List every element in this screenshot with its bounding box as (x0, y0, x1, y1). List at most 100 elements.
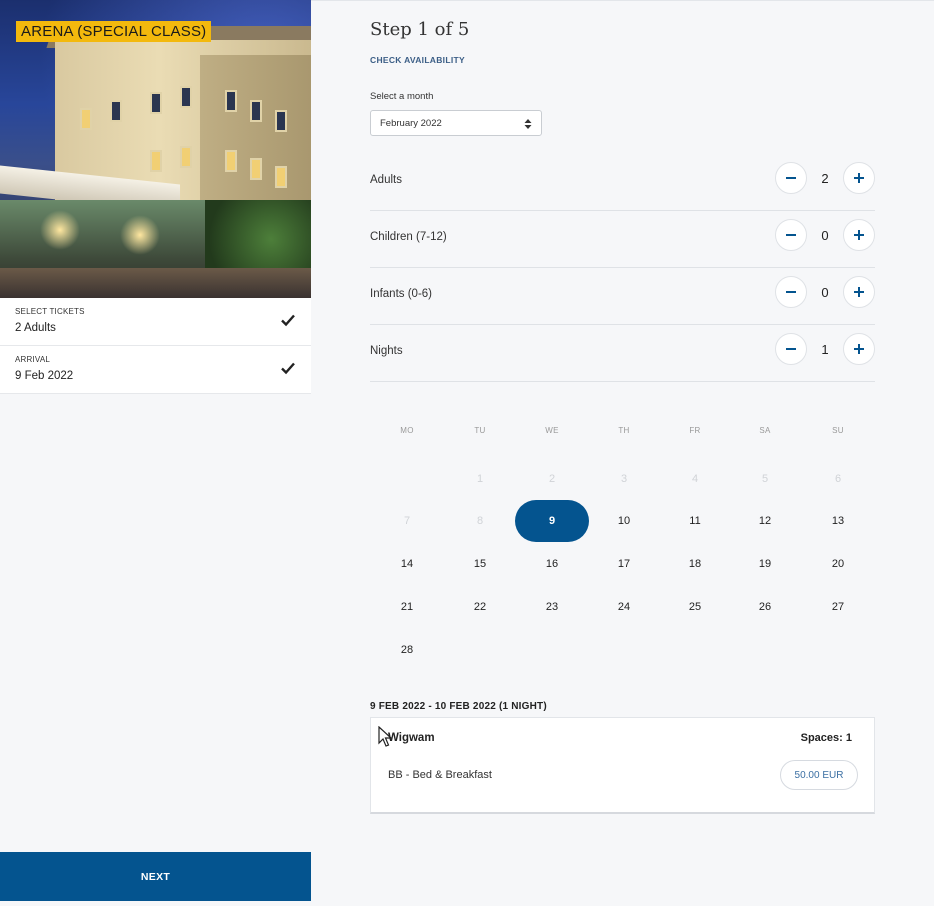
photo-window (180, 146, 192, 168)
calendar-day[interactable]: 22 (443, 586, 517, 628)
counter-value: 0 (821, 285, 829, 300)
weekday-header: WE (545, 426, 559, 435)
counter-infants: Infants (0-6) 0 (370, 268, 875, 325)
step-subtitle: CHECK AVAILABILITY (370, 55, 465, 65)
summary-arrival[interactable]: ARRIVAL 9 Feb 2022 (0, 346, 311, 394)
plus-icon (854, 344, 864, 354)
plus-icon (854, 173, 864, 183)
counter-value: 1 (821, 342, 829, 357)
calendar-day[interactable]: 20 (801, 543, 875, 585)
calendar-day: 5 (761, 473, 769, 485)
calendar-day[interactable]: 13 (801, 500, 875, 542)
photo-window (110, 100, 122, 122)
counter-adults: Adults 2 (370, 154, 875, 211)
calendar-day[interactable]: 25 (658, 586, 732, 628)
calendar-day[interactable]: 18 (658, 543, 732, 585)
calendar-day[interactable]: 15 (443, 543, 517, 585)
counter-label: Nights (370, 345, 403, 357)
minus-icon (786, 177, 796, 179)
weekday-header: TU (474, 426, 486, 435)
weekday-header: SA (759, 426, 771, 435)
room-card[interactable]: Wigwam Spaces: 1 BB - Bed & Breakfast 50… (370, 717, 875, 814)
summary-value: 9 Feb 2022 (15, 370, 74, 382)
calendar-day[interactable]: 12 (728, 500, 802, 542)
calendar-day[interactable]: 14 (370, 543, 444, 585)
weekday-header: TH (618, 426, 630, 435)
weekday-header: FR (689, 426, 701, 435)
counter-value: 2 (821, 171, 829, 186)
check-icon (281, 362, 295, 375)
minus-icon (786, 348, 796, 350)
summary-tickets[interactable]: SELECT TICKETS 2 Adults (0, 298, 311, 346)
counter-label: Infants (0-6) (370, 288, 432, 300)
calendar-day: 4 (691, 473, 699, 485)
minus-icon (786, 234, 796, 236)
calendar-day[interactable]: 23 (515, 586, 589, 628)
decrement-button[interactable] (775, 162, 807, 194)
calendar-day: 2 (548, 473, 556, 485)
photo-window (250, 100, 262, 122)
sort-arrows-icon (524, 119, 532, 129)
month-select[interactable]: February 2022 (370, 110, 542, 136)
booking-panel: Step 1 of 5 CHECK AVAILABILITY Select a … (311, 0, 934, 906)
weekday-header: MO (400, 426, 414, 435)
photo-street (0, 268, 311, 298)
left-panel: ARENA (SPECIAL CLASS) SELECT TICKETS 2 A… (0, 0, 311, 906)
room-spaces: Spaces: 1 (800, 732, 852, 744)
step-title: Step 1 of 5 (370, 19, 470, 40)
price-button[interactable]: 50.00 EUR (780, 760, 858, 790)
counter-label: Children (7-12) (370, 231, 447, 243)
hotel-name-badge: ARENA (SPECIAL CLASS) (16, 21, 212, 42)
increment-button[interactable] (843, 333, 875, 365)
calendar-day[interactable]: 28 (370, 629, 444, 671)
photo-window (150, 92, 162, 114)
calendar-day: 7 (403, 515, 411, 527)
calendar-day[interactable]: 24 (587, 586, 661, 628)
photo-window (225, 150, 237, 172)
month-label: Select a month (370, 91, 434, 102)
next-button[interactable]: NEXT (0, 852, 311, 901)
photo-lamp (40, 210, 80, 250)
calendar-day: 3 (620, 473, 628, 485)
calendar-day: 8 (476, 515, 484, 527)
decrement-button[interactable] (775, 333, 807, 365)
check-icon (281, 314, 295, 327)
weekday-header: SU (832, 426, 844, 435)
calendar-day[interactable]: 11 (658, 500, 732, 542)
summary-label: SELECT TICKETS (15, 307, 85, 316)
decrement-button[interactable] (775, 276, 807, 308)
date-range-label: 9 FEB 2022 - 10 FEB 2022 (1 NIGHT) (370, 701, 547, 712)
mouse-cursor-icon (378, 726, 393, 747)
calendar-day: 1 (476, 473, 484, 485)
calendar-day[interactable]: 26 (728, 586, 802, 628)
calendar-day[interactable]: 10 (587, 500, 661, 542)
increment-button[interactable] (843, 219, 875, 251)
photo-window (180, 86, 192, 108)
photo-window (275, 110, 287, 132)
increment-button[interactable] (843, 276, 875, 308)
summary-label: ARRIVAL (15, 355, 51, 364)
calendar-day-selected[interactable]: 9 (515, 500, 589, 542)
photo-window (225, 90, 237, 112)
calendar-day[interactable]: 27 (801, 586, 875, 628)
calendar-day[interactable]: 17 (587, 543, 661, 585)
counter-value: 0 (821, 228, 829, 243)
decrement-button[interactable] (775, 219, 807, 251)
photo-window (275, 166, 287, 188)
calendar-day[interactable]: 19 (728, 543, 802, 585)
counter-children: Children (7-12) 0 (370, 211, 875, 268)
minus-icon (786, 291, 796, 293)
hotel-photo: ARENA (SPECIAL CLASS) (0, 0, 311, 298)
room-name: Wigwam (388, 732, 435, 744)
increment-button[interactable] (843, 162, 875, 194)
photo-lamp (120, 215, 160, 255)
photo-window (150, 150, 162, 172)
plus-icon (854, 287, 864, 297)
summary-value: 2 Adults (15, 322, 56, 334)
counter-nights: Nights 1 (370, 325, 875, 382)
photo-window (80, 108, 92, 130)
calendar-day[interactable]: 16 (515, 543, 589, 585)
calendar-day[interactable]: 21 (370, 586, 444, 628)
board-type: BB - Bed & Breakfast (388, 769, 492, 781)
counter-label: Adults (370, 174, 402, 186)
